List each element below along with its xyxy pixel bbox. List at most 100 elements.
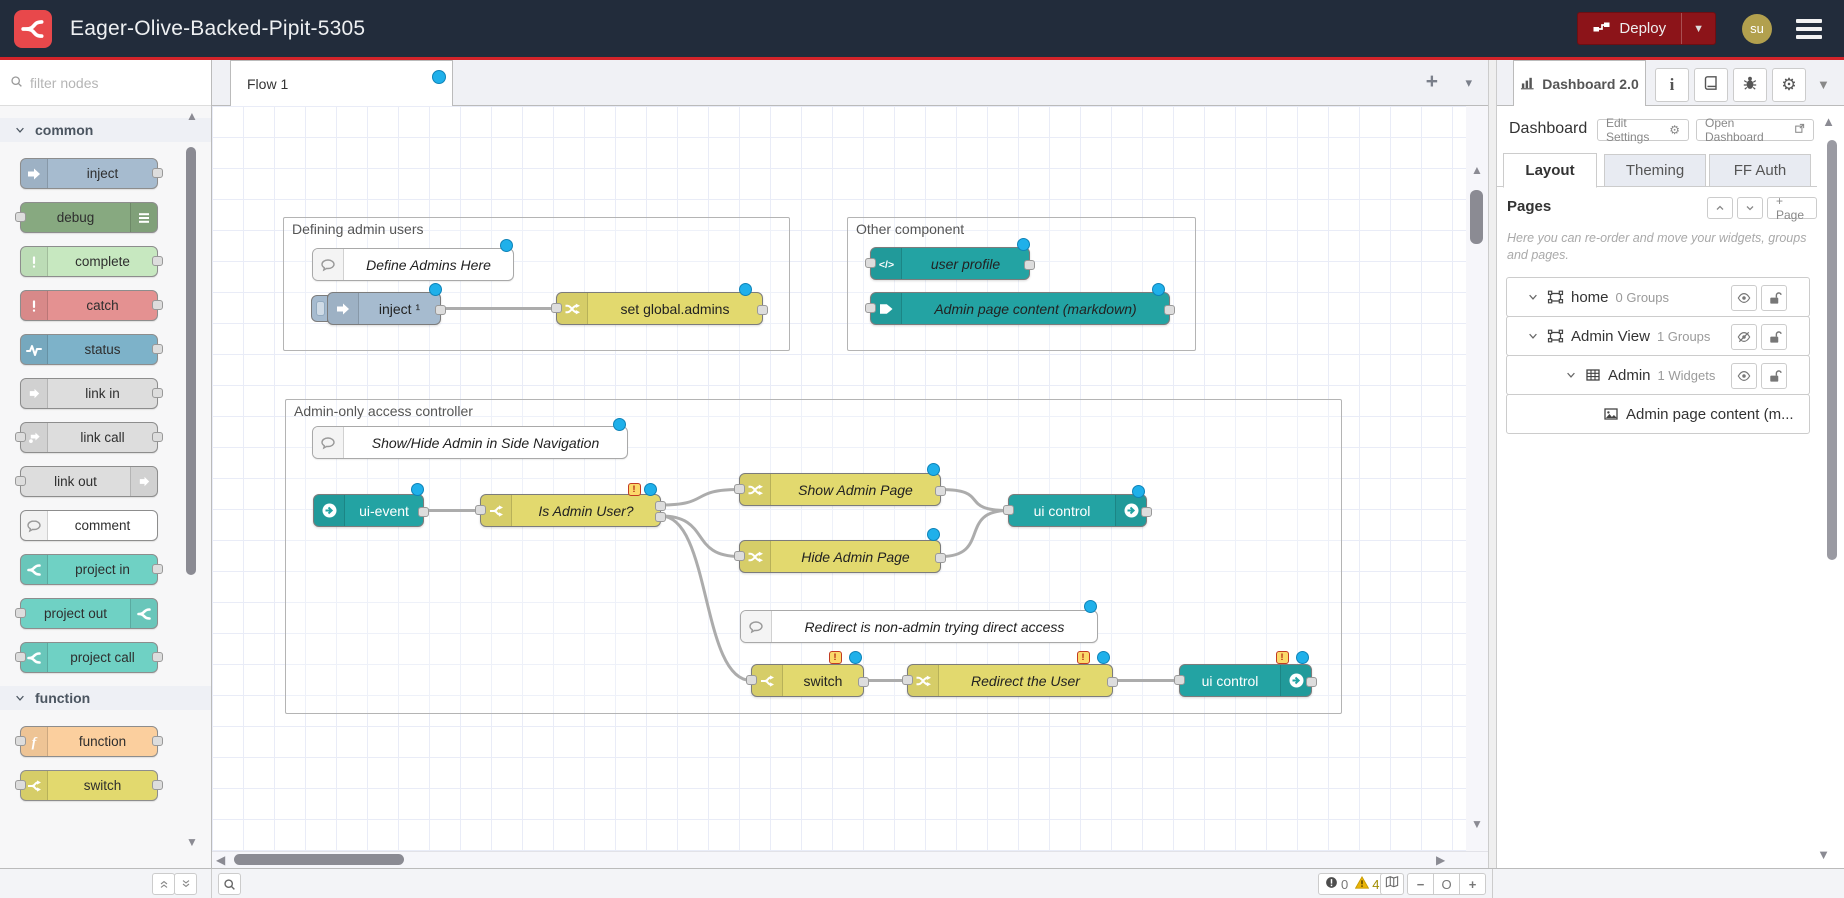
node-output-port[interactable]	[935, 486, 946, 496]
palette-node-status[interactable]: status	[20, 334, 158, 365]
visibility-toggle-button[interactable]	[1731, 363, 1757, 389]
zoom-out-button[interactable]: −	[1408, 874, 1433, 894]
flow-node-user-profile[interactable]: </>user profile	[870, 247, 1030, 280]
collapse-all-button[interactable]	[1707, 197, 1733, 219]
node-input-port[interactable]	[746, 675, 757, 685]
node-output-port[interactable]	[152, 652, 163, 662]
node-output-port[interactable]	[1024, 260, 1035, 270]
node-output-port[interactable]	[1141, 507, 1152, 517]
palette-scroll-down[interactable]: ▼	[186, 836, 198, 848]
flow-tab[interactable]: Flow 1	[230, 60, 453, 106]
node-input-port[interactable]	[551, 303, 562, 313]
node-output-port[interactable]	[1107, 677, 1118, 687]
node-output-port[interactable]	[435, 305, 446, 315]
palette-category-function[interactable]: function	[0, 686, 212, 710]
visibility-toggle-button[interactable]	[1731, 324, 1757, 350]
flow-node-comment-redirect[interactable]: Redirect is non-admin trying direct acce…	[740, 610, 1098, 643]
main-menu-button[interactable]	[1796, 19, 1822, 39]
palette-node-switch[interactable]: switch	[20, 770, 158, 801]
node-input-port[interactable]	[15, 608, 26, 618]
tree-row-chevron[interactable]	[1565, 369, 1577, 381]
flow-group-Defining-admin-users[interactable]: Defining admin users	[283, 217, 790, 351]
palette-node-project-in[interactable]: project in	[20, 554, 158, 585]
palette-node-link-in[interactable]: link in	[20, 378, 158, 409]
node-output-port[interactable]	[152, 300, 163, 310]
canvas-scroll-up[interactable]: ▲	[1471, 164, 1483, 176]
canvas-search-button[interactable]	[218, 873, 241, 895]
palette-node-link-out[interactable]: link out	[20, 466, 158, 497]
add-flow-button[interactable]: +	[1426, 72, 1438, 92]
flow-node-comment-shownav[interactable]: Show/Hide Admin in Side Navigation	[312, 426, 628, 459]
node-output-port[interactable]	[418, 507, 429, 517]
flow-canvas[interactable]: Defining admin usersOther componentAdmin…	[212, 106, 1488, 852]
navigator-button[interactable]	[1380, 873, 1404, 895]
node-output-port[interactable]	[152, 736, 163, 746]
deploy-options-caret[interactable]: ▼	[1681, 13, 1715, 44]
expand-all-button[interactable]	[1737, 197, 1763, 219]
canvas-scroll-left[interactable]: ◀	[216, 854, 225, 866]
canvas-scroll-down[interactable]: ▼	[1471, 818, 1483, 830]
inject-button[interactable]	[311, 295, 328, 322]
node-input-port[interactable]	[1003, 505, 1014, 515]
flow-node-is-admin[interactable]: Is Admin User?	[480, 494, 661, 527]
node-input-port[interactable]	[15, 212, 26, 222]
palette-scroll-up[interactable]: ▲	[186, 110, 198, 122]
canvas-hscroll-thumb[interactable]	[234, 854, 404, 865]
zoom-in-button[interactable]: +	[1459, 874, 1485, 894]
tab-dashboard-2[interactable]: Dashboard 2.0	[1513, 60, 1646, 106]
node-output-port[interactable]	[152, 168, 163, 178]
node-output-port[interactable]	[152, 256, 163, 266]
palette-search[interactable]: filter nodes	[0, 60, 211, 106]
tab-theming[interactable]: Theming	[1604, 154, 1706, 187]
tab-layout[interactable]: Layout	[1503, 153, 1597, 188]
tree-row-Admin[interactable]: Admin1 Widgets	[1506, 355, 1810, 395]
flow-node-set-admins[interactable]: set global.admins	[556, 292, 763, 325]
node-input-port[interactable]	[15, 476, 26, 486]
flow-node-hide-admin[interactable]: Hide Admin Page	[739, 540, 941, 573]
open-dashboard-button[interactable]: Open Dashboard	[1696, 119, 1814, 141]
config-tab-button[interactable]: ⚙	[1772, 68, 1806, 102]
palette-node-debug[interactable]: debug	[20, 202, 158, 233]
node-output-port[interactable]	[1164, 305, 1175, 315]
node-output-port[interactable]	[1306, 677, 1317, 687]
sidebar-scrollbar-thumb[interactable]	[1827, 140, 1837, 560]
palette-node-function[interactable]: ffunction	[20, 726, 158, 757]
sidebar-resize-handle[interactable]	[1488, 60, 1497, 868]
tab-ff-auth[interactable]: FF Auth	[1709, 154, 1811, 187]
node-input-port[interactable]	[15, 652, 26, 662]
flow-node-ui-control-2[interactable]: ui control	[1179, 664, 1312, 697]
sidebar-scroll-up[interactable]: ▲	[1822, 114, 1835, 129]
lock-toggle-button[interactable]	[1761, 324, 1787, 350]
add-page-button[interactable]: + Page	[1767, 197, 1817, 219]
sidebar-tabs-caret[interactable]: ▼	[1817, 77, 1830, 92]
help-tab-button[interactable]	[1694, 68, 1728, 102]
node-output-port[interactable]	[858, 677, 869, 687]
node-input-port[interactable]	[734, 484, 745, 494]
visibility-toggle-button[interactable]	[1731, 285, 1757, 311]
node-output-port[interactable]	[152, 344, 163, 354]
node-input-port[interactable]	[865, 303, 876, 313]
tree-row-Admin-View[interactable]: Admin View1 Groups	[1506, 316, 1810, 356]
lock-toggle-button[interactable]	[1761, 285, 1787, 311]
node-input-port[interactable]	[15, 432, 26, 442]
node-output-port[interactable]	[152, 432, 163, 442]
tree-row-Admin-page-content-m-[interactable]: Admin page content (m...	[1506, 394, 1810, 434]
canvas-vscroll-thumb[interactable]	[1470, 190, 1483, 244]
info-tab-button[interactable]: i	[1655, 68, 1689, 102]
node-output-port[interactable]	[935, 553, 946, 563]
zoom-reset-button[interactable]: O	[1433, 874, 1459, 894]
palette-node-project-out[interactable]: project out	[20, 598, 158, 629]
node-input-port[interactable]	[475, 505, 486, 515]
node-output-port[interactable]	[152, 388, 163, 398]
palette-node-link-call[interactable]: link call	[20, 422, 158, 453]
node-output-port[interactable]	[152, 780, 163, 790]
node-input-port[interactable]	[734, 551, 745, 561]
flow-node-ui-control-1[interactable]: ui control	[1008, 494, 1147, 527]
node-input-port[interactable]	[1174, 675, 1185, 685]
palette-node-comment[interactable]: comment	[20, 510, 158, 541]
palette-scrollbar-thumb[interactable]	[186, 147, 196, 575]
palette-node-inject[interactable]: inject	[20, 158, 158, 189]
node-input-port[interactable]	[902, 675, 913, 685]
tree-row-chevron[interactable]	[1527, 291, 1539, 303]
flow-node-comment-define[interactable]: Define Admins Here	[312, 248, 514, 281]
